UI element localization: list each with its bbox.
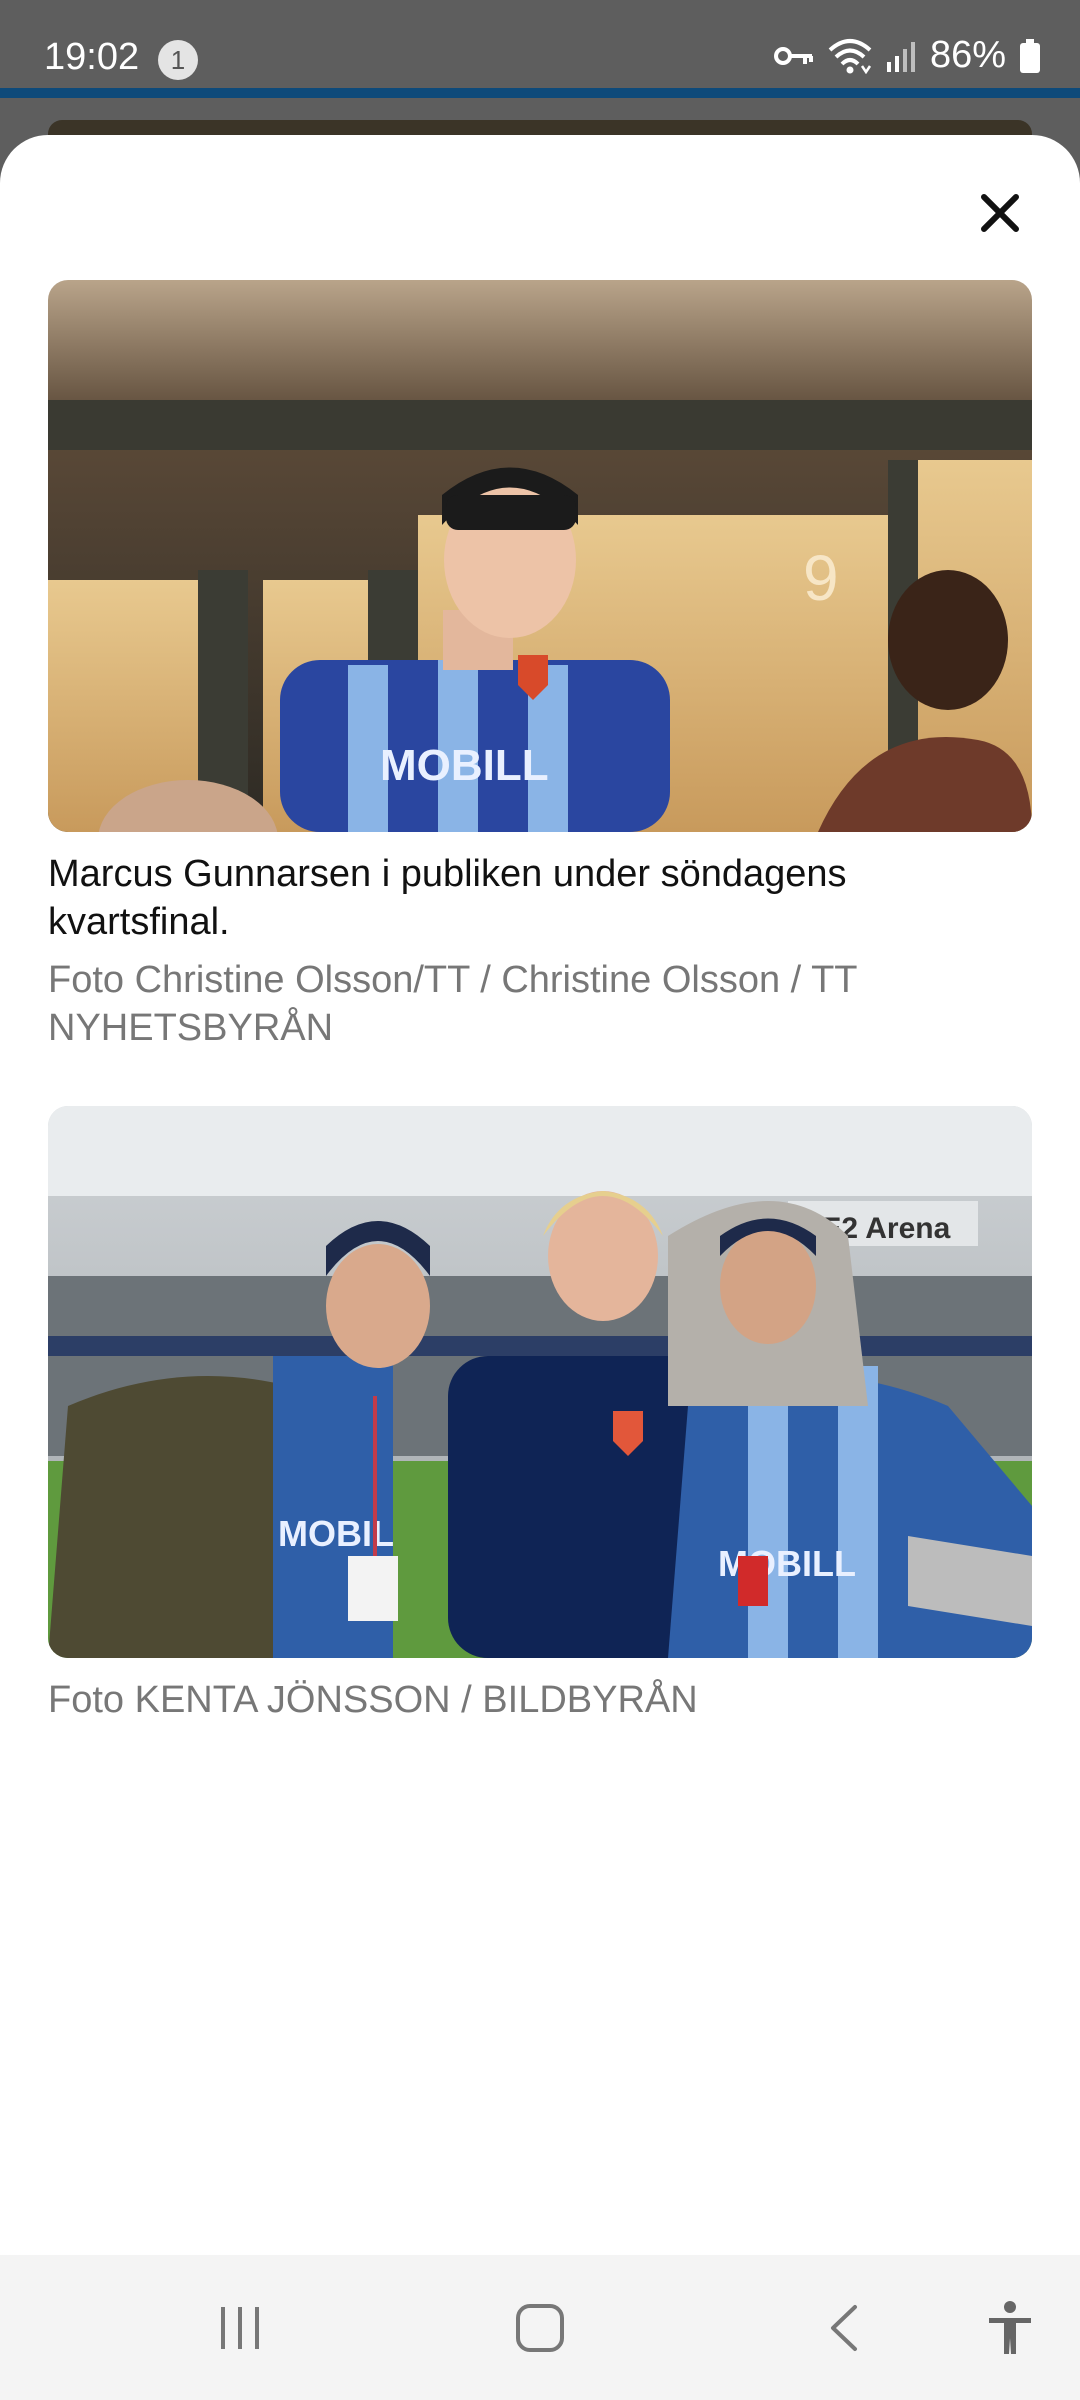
back-button[interactable] xyxy=(806,2295,886,2365)
photo-credit: Foto Christine Olsson/TT / Christine Ols… xyxy=(48,959,857,1049)
vpn-key-icon xyxy=(773,44,814,68)
shirt-sponsor-text: MOBILL xyxy=(380,741,549,790)
signal-icon xyxy=(886,40,916,72)
close-button[interactable] xyxy=(960,175,1040,255)
close-icon[interactable] xyxy=(980,193,1020,238)
image-gallery-sheet: 9 MOBILL Marcus Gunnarsen i publiken und… xyxy=(0,135,1080,2255)
three-fans-pitch-photo[interactable]: LE2 Arena MOBIL MOBILL xyxy=(48,1106,1032,1658)
accent-line xyxy=(0,88,1080,98)
system-navigation-bar xyxy=(0,2255,1080,2400)
battery-percent: 86% xyxy=(929,34,1006,76)
accessibility-icon[interactable] xyxy=(985,2300,1035,2361)
home-button[interactable] xyxy=(500,2295,580,2365)
status-time: 19:02 xyxy=(44,36,140,78)
notification-count-badge: 1 xyxy=(158,40,198,80)
photo-credit: Foto KENTA JÖNSSON / BILDBYRÅN xyxy=(48,1679,698,1721)
svg-text:9: 9 xyxy=(803,542,839,614)
stadium-spectator-photo[interactable]: 9 MOBILL xyxy=(48,280,1032,832)
back-icon[interactable] xyxy=(821,2303,871,2358)
recent-apps-button[interactable] xyxy=(200,2295,280,2365)
recent-apps-icon[interactable] xyxy=(215,2303,265,2358)
status-bar: 19:02 1 86% xyxy=(0,0,1080,88)
home-icon[interactable] xyxy=(515,2303,565,2358)
wifi-icon xyxy=(828,38,872,74)
status-icons: 86% xyxy=(773,34,1040,77)
photo-caption: Marcus Gunnarsen i publiken under söndag… xyxy=(48,853,847,943)
accessibility-button[interactable] xyxy=(970,2295,1050,2365)
battery-icon xyxy=(1020,38,1040,73)
